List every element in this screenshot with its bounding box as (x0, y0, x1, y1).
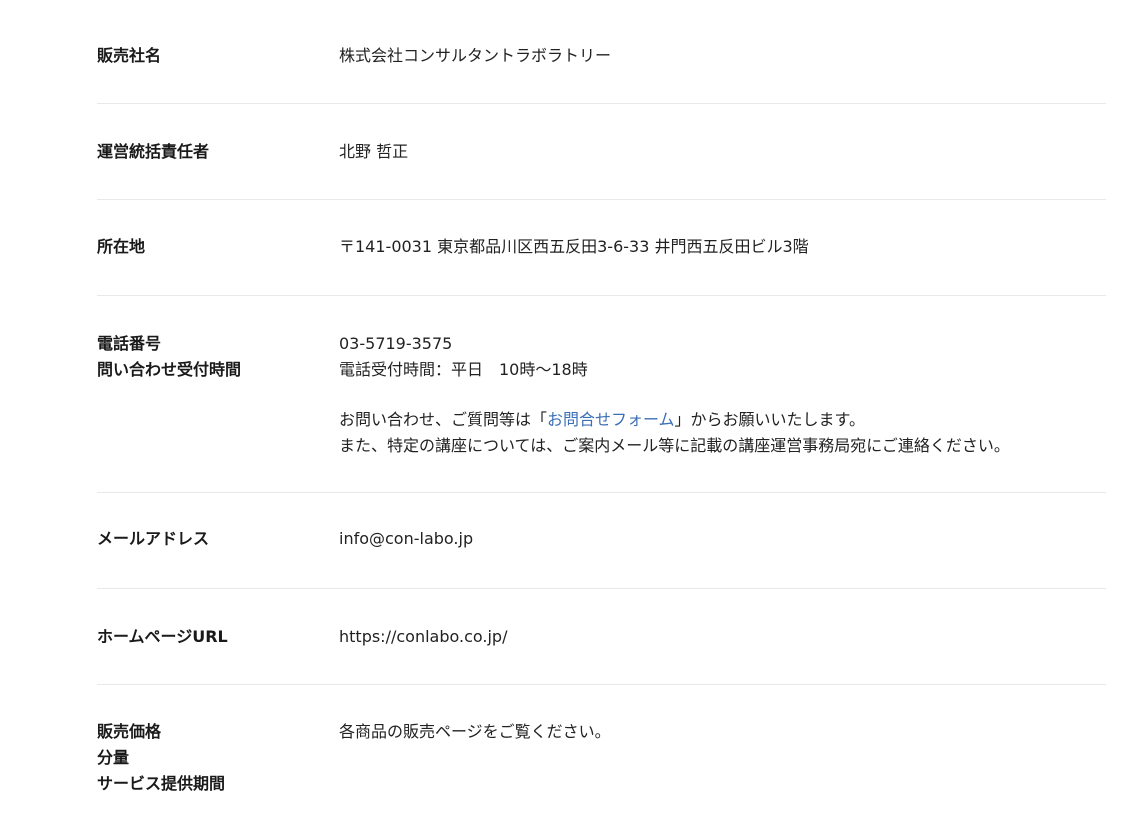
label-address: 所在地 (97, 237, 146, 256)
row-value: info@con-labo.jp (339, 526, 1106, 550)
label-price: 販売価格 (97, 722, 162, 741)
company-info-table: 販売社名 株式会社コンサルタントラボラトリー 運営統括責任者 北野 哲正 所在地… (97, 8, 1106, 815)
label-inquiry-hours: 問い合わせ受付時間 (97, 360, 242, 379)
value-manager: 北野 哲正 (339, 142, 409, 161)
table-row-company-name: 販売社名 株式会社コンサルタントラボラトリー (97, 8, 1106, 104)
value-company-name: 株式会社コンサルタントラボラトリー (339, 46, 612, 65)
label-email: メールアドレス (97, 529, 210, 548)
label-company-name: 販売社名 (97, 46, 162, 65)
value-homepage-url[interactable]: https://conlabo.co.jp/ (339, 624, 1106, 650)
table-row-phone: 電話番号 問い合わせ受付時間 03-5719-3575 電話受付時間：平日 10… (97, 296, 1106, 493)
value-phone-hours: 電話受付時間：平日 10時～18時 (339, 360, 588, 379)
table-row-address: 所在地 〒141-0031 東京都品川区西五反田3-6-33 井門西五反田ビル3… (97, 200, 1106, 296)
inquiry-course-note: また、特定の講座については、ご案内メール等に記載の講座運営事務局宛にご連絡くださ… (339, 436, 1010, 455)
row-label: 所在地 (97, 234, 339, 257)
value-email[interactable]: info@con-labo.jp (339, 526, 1106, 552)
label-phone: 電話番号 (97, 334, 162, 353)
table-row-manager: 運営統括責任者 北野 哲正 (97, 104, 1106, 200)
table-row-email: メールアドレス info@con-labo.jp (97, 493, 1106, 589)
label-homepage: ホームページURL (97, 627, 228, 646)
row-value: 03-5719-3575 電話受付時間：平日 10時～18時 お問い合わせ、ご質… (339, 331, 1106, 455)
table-row-homepage: ホームページURL https://conlabo.co.jp/ (97, 589, 1106, 685)
row-value: 株式会社コンサルタントラボラトリー (339, 43, 1106, 65)
label-service-period: サービス提供期間 (97, 774, 226, 793)
row-value: 北野 哲正 (339, 139, 1106, 161)
row-label: 運営統括責任者 (97, 139, 339, 161)
row-label: 電話番号 問い合わせ受付時間 (97, 331, 339, 454)
value-address: 〒141-0031 東京都品川区西五反田3-6-33 井門西五反田ビル3階 (339, 237, 809, 256)
row-value: 〒141-0031 東京都品川区西五反田3-6-33 井門西五反田ビル3階 (339, 234, 1106, 257)
row-label: ホームページURL (97, 624, 339, 646)
value-price-note: 各商品の販売ページをご覧ください。 (339, 722, 611, 741)
row-value: https://conlabo.co.jp/ (339, 624, 1106, 646)
inquiry-before-link: お問い合わせ、ご質問等は「 (339, 410, 548, 429)
row-label: 販売価格 分量 サービス提供期間 (97, 719, 339, 793)
inquiry-after-link: 」からお願いいたします。 (674, 410, 865, 429)
value-phone-number: 03-5719-3575 (339, 334, 453, 353)
row-label: 販売社名 (97, 43, 339, 65)
label-quantity: 分量 (97, 748, 130, 767)
inquiry-form-link[interactable]: お問合せフォーム (547, 410, 675, 429)
row-label: メールアドレス (97, 526, 339, 550)
row-value: 各商品の販売ページをご覧ください。 (339, 719, 1106, 777)
inquiry-form-text: お問い合わせ、ご質問等は「お問合せフォーム」からお願いいたします。 (339, 407, 1106, 433)
label-manager: 運営統括責任者 (97, 142, 210, 161)
table-row-price: 販売価格 分量 サービス提供期間 各商品の販売ページをご覧ください。 (97, 685, 1106, 815)
